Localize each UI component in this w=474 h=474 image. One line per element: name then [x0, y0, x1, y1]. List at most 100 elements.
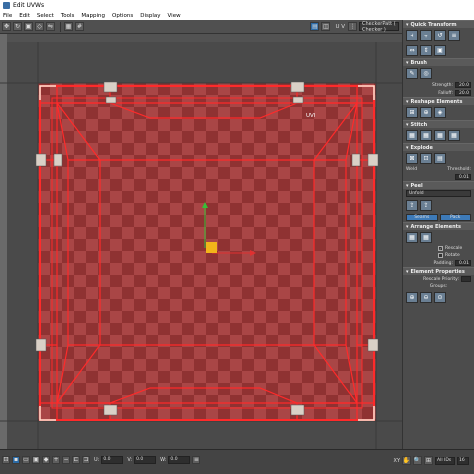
straighten-selection-icon[interactable]: ⊞	[406, 107, 418, 118]
stitch-rollout[interactable]: Stitch	[403, 120, 474, 128]
ids-dropdown[interactable]: All IDs	[435, 456, 455, 465]
flip-v-icon[interactable]: ⇕	[420, 45, 432, 56]
threshold-label: Threshold:	[447, 167, 471, 172]
brush-paint-icon[interactable]: ✎	[406, 68, 418, 79]
stitch-source-icon[interactable]: ▦	[406, 130, 418, 141]
pack-normalize-icon[interactable]: ▦	[406, 232, 418, 243]
rotate-icon[interactable]: ↻	[13, 22, 22, 31]
xy-label: XY	[393, 457, 400, 464]
peel-icon[interactable]: ⇪	[406, 200, 418, 211]
absolute-mode-icon[interactable]: ≡	[192, 456, 201, 464]
zoom-value-field[interactable]: 16	[457, 456, 469, 465]
w-label: W:	[160, 457, 167, 463]
scale-uniform-icon[interactable]: ▣	[434, 45, 446, 56]
scale-icon[interactable]: ▣	[24, 22, 33, 31]
lock-icon[interactable]: ⊡	[2, 456, 10, 464]
break-icon[interactable]: ⊠	[406, 153, 418, 164]
edge-mode-icon[interactable]: ▭	[22, 456, 30, 464]
pack-button[interactable]: Pack	[439, 214, 471, 221]
pin-icon[interactable]: ⇪	[420, 200, 432, 211]
group-add-icon[interactable]: ⊕	[406, 292, 418, 303]
quick-transform-rollout[interactable]: Quick Transform	[403, 20, 474, 28]
viewport-top-strip	[7, 34, 402, 42]
loop-icon[interactable]: ⊏	[72, 456, 80, 464]
uv-label: U V	[335, 23, 345, 30]
w-value-field[interactable]: 0.0	[168, 456, 191, 464]
menu-select[interactable]: Select	[37, 13, 54, 19]
pan-icon[interactable]: ✋	[402, 456, 411, 465]
menu-mapping[interactable]: Mapping	[81, 13, 105, 19]
uv-checker-texture[interactable]	[38, 83, 376, 421]
peel-mode-dropdown[interactable]: Unfold	[406, 190, 471, 197]
rescale-priority-input[interactable]	[461, 276, 471, 282]
v-value-field[interactable]: 0.0	[134, 456, 157, 464]
reshape-rollout[interactable]: Reshape Elements	[403, 97, 474, 105]
group-select-icon[interactable]: ⊙	[434, 292, 446, 303]
rescale-label: Rescale	[445, 246, 463, 251]
move-icon[interactable]: ✥	[2, 22, 11, 31]
status-bar: ⊡ ▪ ▭ ▣ ◆ + − ⊏ ⊐ U: 0.0 V: 0.0 W: 0.0 ≡…	[0, 449, 474, 474]
align-u-icon[interactable]: ⫞	[406, 30, 418, 41]
menu-file[interactable]: File	[3, 13, 12, 19]
brush-rollout[interactable]: Brush	[403, 58, 474, 66]
strength-input[interactable]: 20.0	[455, 82, 471, 88]
stitch-average-icon[interactable]: ▦	[420, 130, 432, 141]
menu-display[interactable]: Display	[140, 13, 160, 19]
threshold-input[interactable]: 0.01	[455, 174, 471, 180]
falloff-input[interactable]: 20.0	[455, 90, 471, 96]
uv-mode-icon[interactable]: ▤	[310, 22, 320, 31]
weld-label: Weld	[406, 167, 418, 172]
align-v-icon[interactable]: ⫟	[420, 30, 432, 41]
menu-bar: File Edit Select Tools Mapping Options D…	[0, 11, 474, 20]
rescale-checkbox[interactable]: ✓	[438, 246, 443, 251]
grow-icon[interactable]: +	[52, 456, 60, 464]
ring-icon[interactable]: ⊐	[82, 456, 90, 464]
menu-options[interactable]: Options	[112, 13, 133, 19]
element-properties-rollout[interactable]: Element Properties	[403, 267, 474, 275]
shrink-icon[interactable]: −	[62, 456, 70, 464]
padding-input[interactable]: 0.01	[455, 260, 471, 266]
flip-h-icon[interactable]: ⇔	[406, 45, 418, 56]
strength-row: Strength: 20.0	[403, 81, 474, 89]
brush-relax-icon[interactable]: ◎	[420, 68, 432, 79]
mirror-icon[interactable]: ⇋	[46, 22, 55, 31]
explode-rollout[interactable]: Explode	[403, 143, 474, 151]
menu-view[interactable]: View	[168, 13, 181, 19]
show-map-icon[interactable]: ▦	[64, 22, 73, 31]
options-icon[interactable]: ⋮	[348, 22, 357, 31]
zoom-extents-icon[interactable]: ⊞	[424, 456, 433, 465]
detach-icon[interactable]: ⊡	[420, 153, 432, 164]
pack-together-icon[interactable]: ▦	[420, 232, 432, 243]
arrange-rollout[interactable]: Arrange Elements	[403, 222, 474, 230]
rotate-90-icon[interactable]: ↺	[434, 30, 446, 41]
rotate-checkbox[interactable]	[438, 253, 443, 258]
menu-tools[interactable]: Tools	[61, 13, 75, 19]
stitch-target-icon[interactable]: ▦	[434, 130, 446, 141]
checker-dropdown[interactable]: CheckerPatt ( Checker )	[359, 21, 399, 33]
straighten-icon[interactable]: ≡	[448, 30, 460, 41]
rotate-checkbox-row[interactable]: Rotate	[403, 252, 474, 259]
peel-rollout[interactable]: Peel	[403, 181, 474, 189]
quick-transform-buttons: ⫞ ⫟ ↺ ≡	[403, 28, 474, 43]
element-mode-icon[interactable]: ◆	[42, 456, 50, 464]
padding-label: Padding:	[433, 260, 453, 266]
relax-icon[interactable]: ⊕	[420, 107, 432, 118]
seams-button[interactable]: Seams	[406, 214, 438, 221]
menu-edit[interactable]: Edit	[19, 13, 30, 19]
stitch-custom-icon[interactable]: ▦	[448, 130, 460, 141]
grid-icon[interactable]: #	[75, 22, 84, 31]
cube-icon[interactable]: ◈	[434, 107, 446, 118]
falloff-label: Falloff:	[438, 90, 453, 96]
u-value-field[interactable]: 0.0	[101, 456, 124, 464]
group-remove-icon[interactable]: ⊖	[420, 292, 432, 303]
app-icon	[3, 2, 10, 9]
face-mode-icon[interactable]: ▣	[32, 456, 40, 464]
freeform-icon[interactable]: ◇	[35, 22, 44, 31]
strength-label: Strength:	[432, 82, 453, 88]
v-label: V:	[127, 457, 133, 463]
vertex-mode-icon[interactable]: ▪	[12, 456, 20, 464]
flatten-icon[interactable]: ▤	[434, 153, 446, 164]
display-icon[interactable]: ◫	[321, 22, 331, 31]
zoom-icon[interactable]: 🔍	[413, 456, 422, 465]
rescale-checkbox-row[interactable]: ✓ Rescale	[403, 245, 474, 252]
